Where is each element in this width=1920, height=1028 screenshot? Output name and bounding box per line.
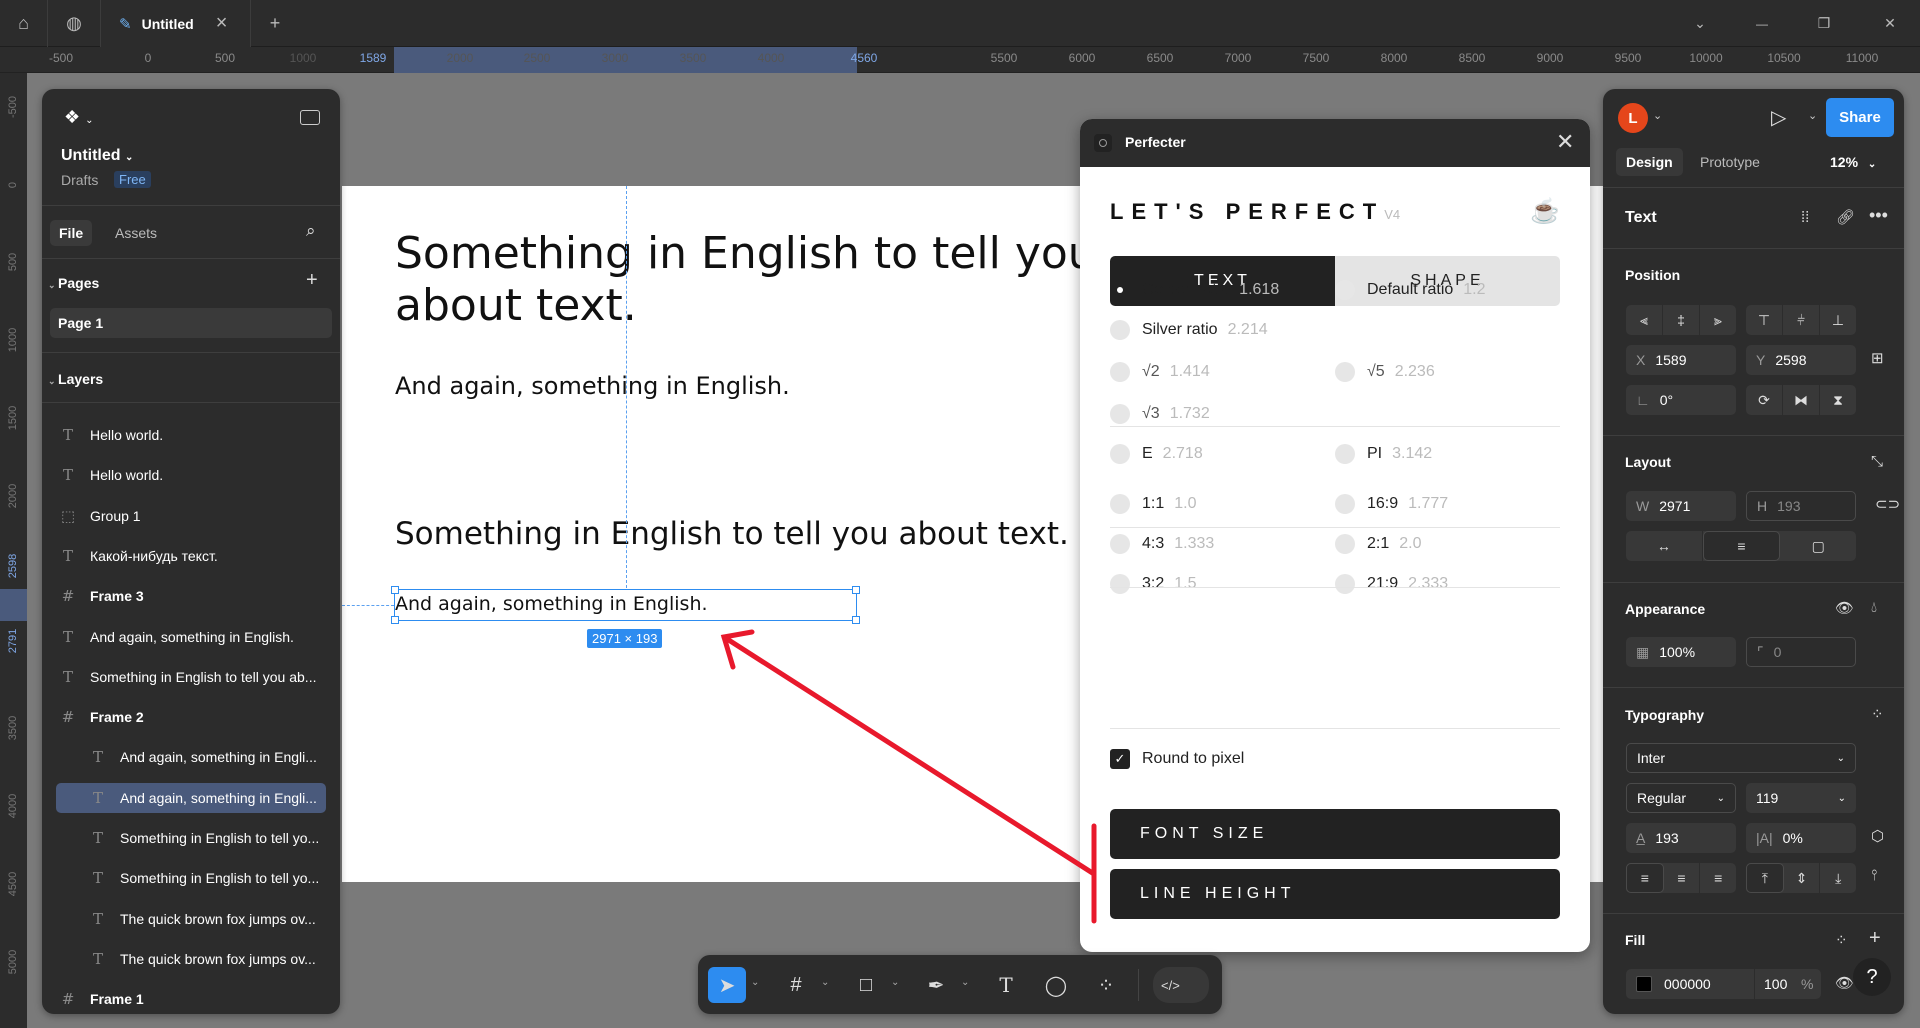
width-field[interactable]: W 2971 [1626, 491, 1736, 521]
auto-width-icon[interactable]: ↔ [1626, 531, 1703, 561]
fill-visibility-eye-icon[interactable]: 👁︎ [1835, 974, 1854, 992]
rotation-field[interactable]: ∟ 0° [1626, 385, 1736, 415]
comment-tool-icon[interactable]: ◯ [1038, 967, 1074, 1003]
text-align-left-icon[interactable]: ≡ [1626, 863, 1664, 893]
visibility-eye-icon[interactable]: 👁︎ [1835, 599, 1854, 617]
dev-mode-toggle[interactable]: </> [1153, 967, 1209, 1003]
add-fill-icon[interactable]: + [1869, 927, 1881, 950]
letter-spacing-field[interactable]: |A| 0% [1746, 823, 1856, 853]
variable-font-hexagon-icon[interactable]: ⬡ [1871, 827, 1884, 845]
chevron-down-icon[interactable]: ⌄ [751, 977, 759, 988]
corner-radius-field[interactable]: ⌜ 0 [1746, 637, 1856, 667]
chevron-down-icon[interactable]: ⌄ [821, 977, 829, 988]
position-section-label: Position [1625, 267, 1681, 283]
align-bottom-icon[interactable]: ⊥ [1820, 305, 1856, 335]
bottom-toolbar: ➤ ⌄ # ⌄ □ ⌄ ✒ ⌄ T ◯ ⁘ </> [698, 955, 1222, 1014]
layout-section-label: Layout [1625, 454, 1671, 470]
transform-group: ⟳ ⧓ ⧗ [1746, 385, 1856, 415]
align-left-icon[interactable]: ⫷ [1626, 305, 1663, 335]
toolbar-divider [1138, 969, 1139, 1001]
text-align-group: ≡ ≡ ≡ [1626, 863, 1736, 893]
pen-tool-icon[interactable]: ✒ [918, 967, 954, 1003]
move-tool-icon[interactable]: ➤ [708, 967, 746, 1003]
flip-vertical-icon[interactable]: ⧗ [1820, 385, 1856, 415]
fill-styles-icon[interactable]: ⁘ [1835, 931, 1848, 949]
line-height-field[interactable]: A̲ 193 [1626, 823, 1736, 853]
components-tool-icon[interactable]: ⁘ [1088, 967, 1124, 1003]
collapse-icon[interactable]: ⤡ [1871, 453, 1883, 470]
height-field[interactable]: H 193 [1746, 491, 1856, 521]
avatar[interactable]: L [1618, 103, 1648, 133]
help-button[interactable]: ? [1853, 958, 1891, 996]
text-styles-icon[interactable]: ⁘ [1871, 705, 1884, 723]
typography-section-label: Typography [1625, 707, 1705, 723]
y-position-field[interactable]: Y 2598 [1746, 345, 1856, 375]
blend-mode-drop-icon[interactable]: 💧︎ [1871, 599, 1877, 616]
align-middle-icon[interactable]: ⫩ [1783, 305, 1820, 335]
font-size-field[interactable]: 119 ⌄ [1746, 783, 1856, 813]
text-align-middle-icon[interactable]: ⇕ [1784, 863, 1821, 893]
text-align-top-icon[interactable]: ⤒ [1746, 863, 1784, 893]
zoom-dropdown[interactable]: 12% ⌄ [1830, 154, 1876, 170]
annotation-arrow-shaft [721, 634, 1097, 877]
font-weight-dropdown[interactable]: Regular ⌄ [1626, 783, 1736, 813]
constraints-icon[interactable]: ⊞ [1871, 349, 1884, 367]
font-family-dropdown[interactable]: Inter ⌄ [1626, 743, 1856, 773]
text-resizing-group: ↔ ≡ ▢ [1626, 531, 1856, 561]
opacity-field[interactable]: ▦ 100% [1626, 637, 1736, 667]
link-icon[interactable]: 🔗︎ [1836, 208, 1855, 226]
appearance-section-label: Appearance [1625, 601, 1706, 617]
chevron-down-icon[interactable]: ⌄ [1808, 109, 1817, 122]
tab-design[interactable]: Design [1616, 148, 1683, 176]
horizontal-align-group: ⫷ ‡ ⫸ [1626, 305, 1736, 335]
tab-prototype[interactable]: Prototype [1700, 154, 1760, 170]
align-top-icon[interactable]: ⊤ [1746, 305, 1783, 335]
chevron-down-icon[interactable]: ⌄ [961, 977, 969, 988]
right-properties-panel: L ⌄ ▷ ⌄ Share Design Prototype 12% ⌄ Tex… [1603, 89, 1904, 1014]
flip-horizontal-icon[interactable]: ⧓ [1783, 385, 1820, 415]
x-position-field[interactable]: X 1589 [1626, 345, 1736, 375]
share-button[interactable]: Share [1826, 98, 1894, 137]
vertical-text-align-group: ⤒ ⇕ ⤓ [1746, 863, 1856, 893]
constrain-proportions-icon[interactable]: ⊂⊃ [1875, 495, 1900, 513]
chevron-down-icon[interactable]: ⌄ [1653, 109, 1662, 122]
fill-section-label: Fill [1625, 932, 1646, 948]
text-tool-icon[interactable]: T [988, 967, 1024, 1003]
fixed-size-icon[interactable]: ▢ [1780, 531, 1856, 561]
vertical-align-group: ⊤ ⫩ ⊥ [1746, 305, 1856, 335]
align-right-icon[interactable]: ⫸ [1700, 305, 1736, 335]
rectangle-tool-icon[interactable]: □ [848, 967, 884, 1003]
fill-color-field[interactable]: 000000 100 % [1626, 969, 1821, 999]
rotate-icon[interactable]: ⟳ [1746, 385, 1783, 415]
chevron-down-icon[interactable]: ⌄ [891, 977, 899, 988]
text-align-center-icon[interactable]: ≡ [1664, 863, 1701, 893]
type-settings-icon[interactable]: ⫯ [1871, 867, 1878, 884]
present-play-icon[interactable]: ▷ [1771, 105, 1786, 130]
grid-icon[interactable]: ⁞⁞ [1801, 209, 1809, 226]
auto-height-icon[interactable]: ≡ [1702, 531, 1781, 561]
more-options-icon[interactable]: ••• [1869, 205, 1888, 226]
text-align-right-icon[interactable]: ≡ [1700, 863, 1736, 893]
align-center-icon[interactable]: ‡ [1663, 305, 1700, 335]
color-swatch[interactable] [1636, 976, 1652, 992]
selection-type-label: Text [1625, 209, 1657, 226]
text-align-bottom-icon[interactable]: ⤓ [1820, 863, 1856, 893]
frame-tool-icon[interactable]: # [778, 967, 814, 1003]
